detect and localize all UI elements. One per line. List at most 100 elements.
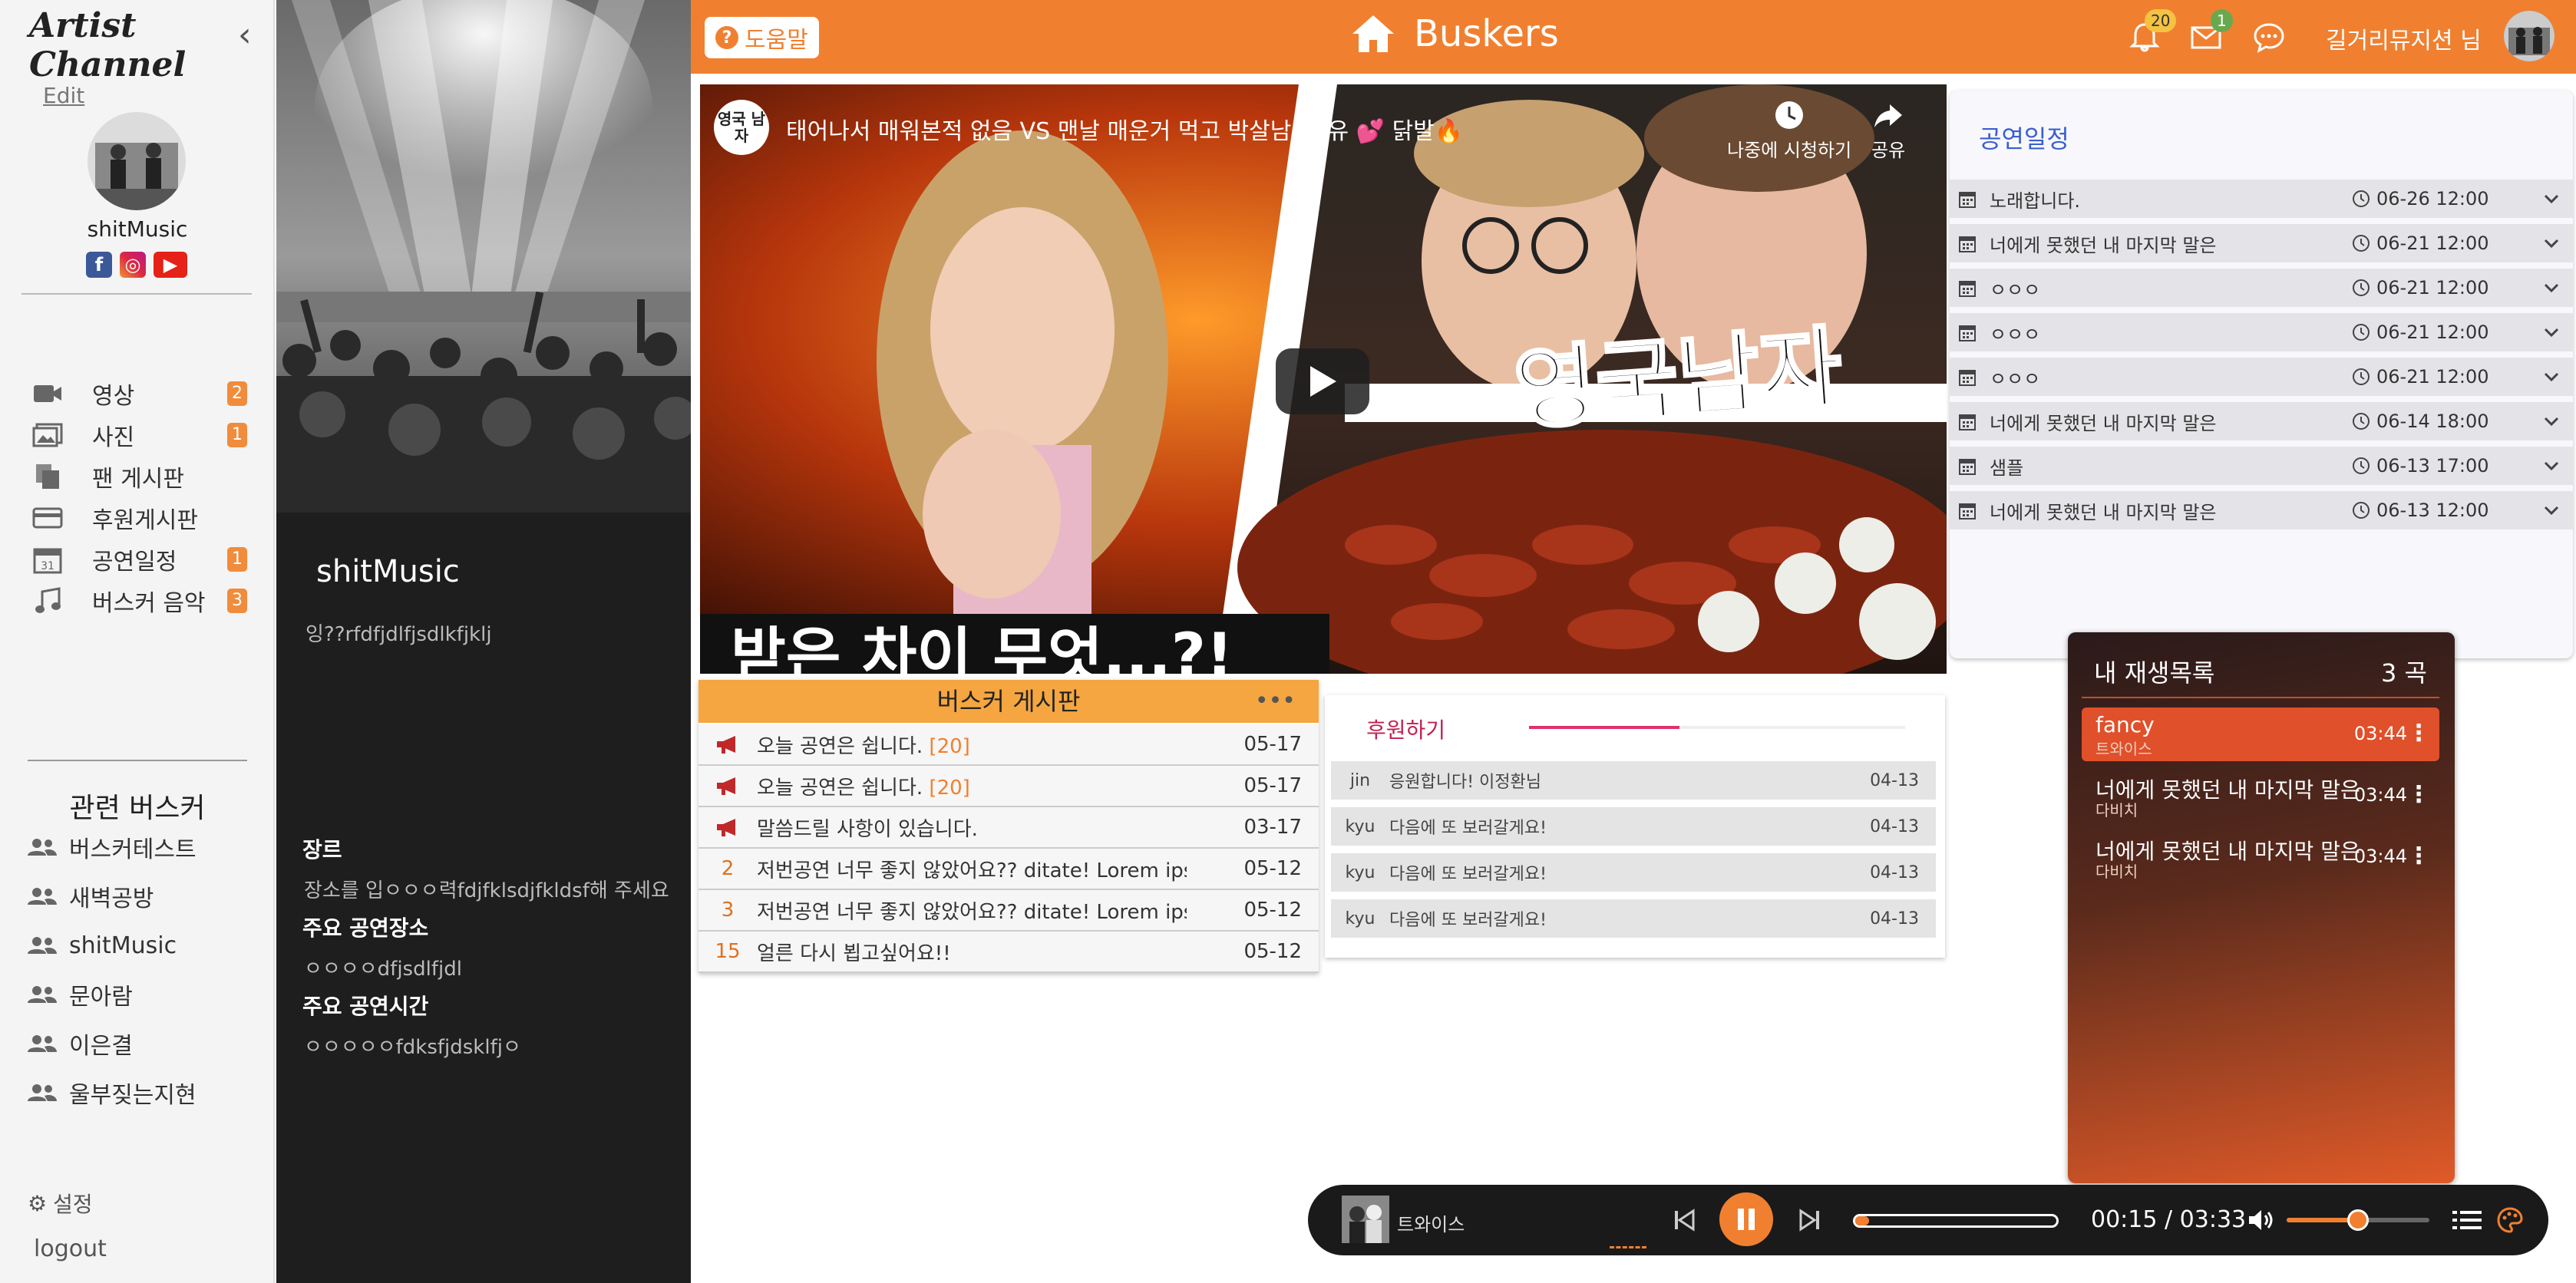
schedule-row[interactable]: ㅇㅇㅇ 06-21 12:00 [1950,269,2573,307]
board-row[interactable]: 3 저번공연 너무 좋지 않았어요?? ditate! Lorem ipsum d… [698,890,1319,932]
schedule-time-wrap: 06-26 12:00 [2352,188,2489,209]
board-row[interactable]: 오늘 공연은 쉽니다. [20] 05-17 [698,724,1319,766]
next-button[interactable] [1792,1202,1828,1238]
mute-button[interactable] [2243,1202,2280,1238]
schedule-row[interactable]: 샘플 06-13 17:00 [1950,447,2573,485]
mail-button[interactable]: 1 [2189,9,2233,54]
more-vertical-icon[interactable]: ⋮ [2407,781,2430,808]
facebook-icon[interactable]: f [86,252,112,278]
schedule-row[interactable]: 너에게 못했던 내 마지막 말은 06-21 12:00 [1950,224,2573,262]
youtube-icon[interactable]: ▶ [154,252,187,278]
sidebar-item-card[interactable]: 후원게시판 [31,499,253,537]
schedule-row[interactable]: 너에게 못했던 내 마지막 말은 06-13 12:00 [1950,491,2573,529]
related-busker-item[interactable]: shitMusic [28,924,177,967]
sidebar-item-badge: 1 [227,423,247,447]
more-vertical-icon[interactable]: ⋮ [2407,843,2430,869]
schedule-time-wrap: 06-13 17:00 [2352,455,2489,477]
schedule-row[interactable]: 노래합니다. 06-26 12:00 [1950,180,2573,218]
calendar-icon [1959,323,1983,341]
related-busker-item[interactable]: 울부짖는지현 [28,1071,197,1114]
sidebar-artist-name: shitMusic [87,216,188,242]
settings-button[interactable]: ⚙ 설정 [28,1188,93,1219]
watch-later-button[interactable]: 나중에 시청하기 [1727,100,1851,162]
board-row[interactable]: 15 얼른 다시 뵙고싶어요!! 05-12 [698,932,1319,973]
sidebar-item-photo[interactable]: 사진 1 [31,416,253,454]
volume-slider[interactable] [2287,1209,2429,1231]
notification-button[interactable]: 20 [2128,9,2177,54]
site-title: Buskers [1414,12,1559,55]
sidebar-item-label: 공연일정 [92,549,177,576]
calendar-icon [1959,279,1983,297]
playlist-item[interactable]: 너에게 못했던 내 마지막 말은 다비치 03:44 ⋮ [2082,769,2439,823]
board-row[interactable]: 말씀드릴 사항이 있습니다. 03-17 [698,807,1319,849]
sidebar-item-video[interactable]: 영상 2 [31,374,253,413]
schedule-time: 06-21 12:00 [2376,233,2489,254]
playlist-item[interactable]: fancy 트와이스 03:44 ⋮ [2082,707,2439,761]
board-row[interactable]: 오늘 공연은 쉽니다. [20] 05-17 [698,766,1319,807]
chevron-down-icon[interactable] [2544,238,2559,249]
donation-row[interactable]: jin 응원합니다! 이정환님 04-13 [1331,761,1936,800]
pause-button[interactable] [1719,1192,1773,1246]
post-date: 05-12 [1243,899,1302,922]
watch-later-label: 나중에 시청하기 [1727,140,1852,161]
sidebar-item-calendar[interactable]: 31 공연일정 1 [31,540,253,579]
instagram-icon[interactable]: ◎ [120,252,146,278]
volume-knob[interactable] [2347,1209,2369,1231]
chevron-down-icon[interactable] [2544,327,2559,338]
chevron-down-icon[interactable] [2544,282,2559,293]
user-name[interactable]: 길거리뮤지션 님 [2326,21,2482,55]
sidebar-item-copy[interactable]: 팬 게시판 [31,457,253,496]
sidebar-item-label: 후원게시판 [92,507,198,534]
playlist-item[interactable]: 너에게 못했던 내 마지막 말은 다비치 03:44 ⋮ [2082,830,2439,884]
user-avatar[interactable] [2504,11,2555,61]
schedule-row[interactable]: ㅇㅇㅇ 06-21 12:00 [1950,358,2573,396]
time-separator: / [2165,1206,2173,1233]
board-row[interactable]: 2 저번공연 너무 좋지 않았어요?? ditate! Lorem ipsum d… [698,849,1319,890]
playlist-toggle-button[interactable] [2449,1202,2485,1238]
related-busker-item[interactable]: 새벽공방 [28,875,154,918]
chevron-down-icon[interactable] [2544,371,2559,382]
more-vertical-icon[interactable]: ⋮ [2407,720,2430,747]
chevron-down-icon[interactable] [2544,460,2559,471]
logout-button[interactable]: logout [34,1235,107,1262]
post-date: 05-17 [1243,733,1302,756]
video-play-button[interactable] [1276,348,1369,414]
chevron-down-icon[interactable] [2544,193,2559,204]
photo-icon [31,421,64,449]
related-busker-item[interactable]: 문아람 [28,973,133,1016]
schedule-row[interactable]: 너에게 못했던 내 마지막 말은 06-14 18:00 [1950,402,2573,440]
related-busker-item[interactable]: 이은결 [28,1022,133,1065]
theme-button[interactable] [2492,1202,2528,1238]
post-title: 오늘 공연은 쉽니다. [757,776,923,800]
previous-button[interactable] [1666,1202,1702,1238]
calendar-icon [1959,368,1983,386]
chevron-down-icon[interactable] [2544,505,2559,516]
progress-bar[interactable] [1853,1214,2059,1228]
sidebar-item-music[interactable]: 버스커 음악 3 [31,582,253,620]
share-button[interactable]: 공유 [1871,100,1905,162]
schedule-row[interactable]: ㅇㅇㅇ 06-21 12:00 [1950,313,2573,351]
edit-profile-link[interactable]: Edit [43,83,84,108]
chat-button[interactable] [2252,20,2286,54]
post-date: 03-17 [1243,816,1302,839]
video-title[interactable]: 태어나서 매워본적 없음 VS 맨날 매운거 먹고 박살남: 소유 💕 닭발🔥 [786,112,1463,146]
donation-row[interactable]: kyu 다음에 또 보러갈게요! 04-13 [1331,899,1936,938]
schedule-time-wrap: 06-21 12:00 [2352,277,2489,298]
donation-date: 04-13 [1870,770,1919,790]
video-player[interactable]: 영국 남자 태어나서 매워본적 없음 VS 맨날 매운거 먹고 박살남: 소유 … [700,84,1947,674]
calendar-icon [1959,457,1983,475]
channel-logo[interactable]: 영국 남자 [714,100,769,155]
profile-panel: shitMusic 잉??rfdfjdlfjsdlkfjklj 장르 장소를 입… [276,0,691,1283]
site-home-link[interactable]: Buskers [1351,12,1559,55]
collapse-sidebar-icon[interactable]: ‹ [238,15,252,54]
help-button[interactable]: ? 도움말 [705,17,819,58]
donate-title[interactable]: 후원하기 [1366,714,1445,744]
brand-logo[interactable]: Artist Channel [29,6,273,84]
related-busker-item[interactable]: 버스커테스트 [28,826,197,869]
donation-row[interactable]: kyu 다음에 또 보러갈게요! 04-13 [1331,853,1936,892]
chevron-down-icon[interactable] [2544,416,2559,427]
board-more-button[interactable]: ••• [1255,688,1296,714]
donation-row[interactable]: kyu 다음에 또 보러갈게요! 04-13 [1331,807,1936,846]
related-busker-name: shitMusic [69,932,177,959]
schedule-name: 너에게 못했던 내 마지막 말은 [1990,412,2217,434]
